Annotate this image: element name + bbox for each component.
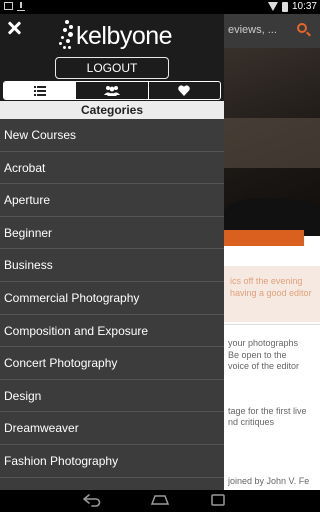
tab-favorites[interactable] xyxy=(149,82,220,99)
screen: 10:37 eviews, ... ics off the evening ha… xyxy=(0,0,320,512)
back-icon[interactable] xyxy=(82,493,102,507)
logo-text: kelbyone xyxy=(76,22,173,50)
home-icon[interactable] xyxy=(150,493,170,507)
background-highlight-line: ics off the evening xyxy=(230,276,303,286)
category-item-aperture[interactable]: Aperture xyxy=(0,184,224,217)
download-notification-icon xyxy=(17,2,25,11)
drawer-header: kelbyone LOGOUT xyxy=(0,14,224,107)
close-icon[interactable] xyxy=(6,20,22,36)
heart-icon xyxy=(178,85,191,96)
category-item-dreamweaver[interactable]: Dreamweaver xyxy=(0,412,224,445)
category-list: New Courses Acrobat Aperture Beginner Bu… xyxy=(0,119,224,478)
drawer-tabs xyxy=(3,81,221,100)
category-item-fashion-photography[interactable]: Fashion Photography xyxy=(0,445,224,478)
users-icon xyxy=(103,86,120,96)
recent-apps-icon[interactable] xyxy=(208,493,228,507)
background-text: nd critiques xyxy=(228,417,275,427)
background-action-button[interactable] xyxy=(224,230,304,246)
category-item-acrobat[interactable]: Acrobat xyxy=(0,152,224,185)
navigation-drawer: kelbyone LOGOUT Categories New Courses A… xyxy=(0,14,224,490)
category-item-design[interactable]: Design xyxy=(0,380,224,413)
background-text: tage for the first live xyxy=(228,406,307,416)
background-text: voice of the editor xyxy=(228,361,300,371)
battery-icon xyxy=(281,1,288,12)
background-highlight-line: having a good editor xyxy=(230,288,312,298)
category-item-composition-and-exposure[interactable]: Composition and Exposure xyxy=(0,315,224,348)
image-notification-icon xyxy=(4,2,13,10)
status-bar: 10:37 xyxy=(0,0,320,14)
category-item-commercial-photography[interactable]: Commercial Photography xyxy=(0,282,224,315)
logo-dots-icon xyxy=(57,20,75,52)
tab-list[interactable] xyxy=(4,82,77,99)
background-highlight-box: ics off the evening having a good editor xyxy=(224,266,320,322)
logout-button[interactable]: LOGOUT xyxy=(55,57,169,79)
background-text: your photographs xyxy=(228,338,299,348)
list-icon xyxy=(33,85,46,96)
category-item-new-courses[interactable]: New Courses xyxy=(0,119,224,152)
status-time: 10:37 xyxy=(291,1,317,12)
category-item-beginner[interactable]: Beginner xyxy=(0,217,224,250)
background-text: joined by John V. Fe xyxy=(228,476,310,486)
kelbyone-logo: kelbyone xyxy=(57,18,173,56)
background-title: eviews, ... xyxy=(228,24,277,36)
background-text: Be open to the xyxy=(228,350,287,360)
categories-header: Categories xyxy=(0,101,224,119)
category-item-concert-photography[interactable]: Concert Photography xyxy=(0,347,224,380)
wifi-icon xyxy=(267,2,278,11)
search-icon[interactable] xyxy=(297,23,307,33)
category-item-business[interactable]: Business xyxy=(0,249,224,282)
tab-people[interactable] xyxy=(76,82,149,99)
system-nav-bar xyxy=(0,490,320,512)
